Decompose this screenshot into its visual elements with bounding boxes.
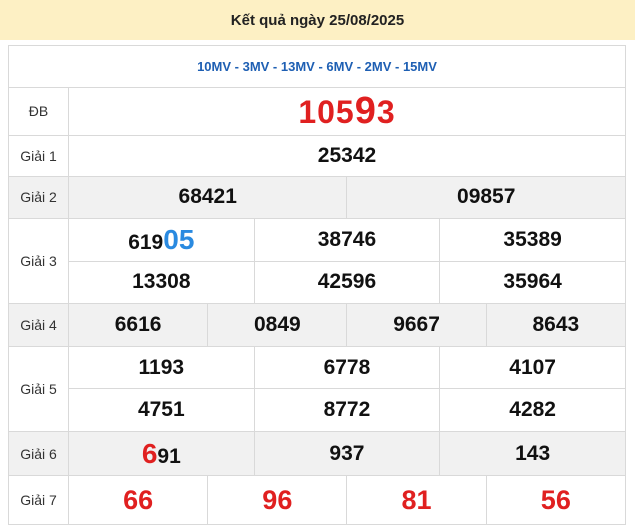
prize-5-value: 4282 (439, 388, 626, 432)
prize-6-value: 691 (68, 430, 255, 477)
prize-6-value: 143 (439, 430, 626, 477)
label-prize-5: Giải 5 (8, 345, 69, 432)
prize-5-value: 4107 (439, 345, 626, 390)
label-special: ĐB (8, 86, 69, 137)
prize-3-prefix: 619 (128, 230, 164, 254)
prize-5-value: 6778 (253, 345, 441, 390)
prize-7-value: 66 (67, 475, 209, 525)
prize-6-highlight: 6 (141, 437, 158, 469)
prize-6-suffix: 91 (157, 444, 181, 468)
prize-4-value: 9667 (346, 303, 487, 347)
label-prize-3: Giải 3 (8, 218, 69, 305)
label-prize-6: Giải 6 (8, 430, 69, 477)
prize-2-value: 09857 (346, 175, 626, 220)
special-prize-prefix: 105 (298, 93, 355, 130)
prize-7-value: 56 (485, 475, 627, 525)
prize-3-value: 35964 (439, 260, 626, 305)
special-prize: 10593 (68, 86, 626, 137)
prize-7-value: 81 (346, 475, 487, 525)
label-prize-7: Giải 7 (8, 475, 69, 525)
label-prize-4: Giải 4 (8, 303, 69, 347)
prize-5-value: 1193 (68, 345, 255, 390)
prize-4-value: 0849 (207, 303, 348, 347)
station-codes: 10MV - 3MV - 13MV - 6MV - 2MV - 15MV (8, 45, 626, 88)
lottery-result-panel: Kết quả ngày 25/08/2025 10MV - 3MV - 13M… (0, 0, 635, 530)
prize-2-value: 68421 (67, 175, 348, 220)
prize-3-value: 35389 (439, 218, 626, 262)
prize-5-value: 4751 (68, 388, 255, 432)
prize-4-value: 8643 (485, 303, 627, 347)
prize-5-value: 8772 (253, 388, 441, 432)
prize-3-highlight: 05 (163, 223, 195, 255)
prize-4-value: 6616 (67, 303, 209, 347)
special-prize-highlight: 9 (354, 89, 377, 132)
prize-6-value: 937 (253, 430, 441, 477)
label-prize-2: Giải 2 (8, 175, 69, 220)
prize-7-value: 96 (207, 475, 348, 525)
prize-3-value: 42596 (253, 260, 441, 305)
prize-3-value: 38746 (253, 218, 441, 262)
prize-3-value: 61905 (68, 218, 255, 262)
label-prize-1: Giải 1 (8, 135, 69, 177)
special-prize-suffix: 3 (376, 93, 396, 130)
results-table: 10MV - 3MV - 13MV - 6MV - 2MV - 15MV ĐB … (8, 45, 627, 525)
result-date-title: Kết quả ngày 25/08/2025 (0, 0, 635, 40)
prize-3-value: 13308 (68, 260, 255, 305)
prize-1-value: 25342 (68, 135, 626, 177)
